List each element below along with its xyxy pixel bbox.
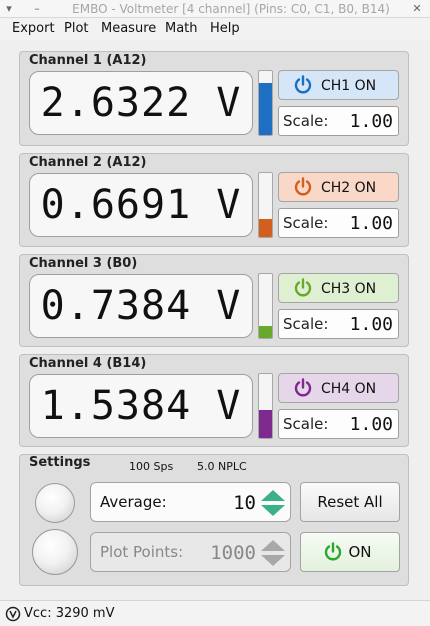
menu-math[interactable]: Math — [165, 21, 198, 37]
channel-3-level-fill — [259, 325, 272, 338]
channel-4-level-fill — [259, 409, 272, 438]
channel-3-group: Channel 3 (B0) 0.7384 V CH3 ON Scale: 1.… — [19, 254, 409, 347]
settings-group: Settings 100 Sps 5.0 NPLC Average: 10 Pl… — [19, 454, 409, 586]
channel-3-reading: 0.7384 V — [29, 274, 253, 338]
menu-help[interactable]: Help — [210, 21, 240, 37]
power-icon — [294, 177, 312, 196]
nplc-label: 5.0 NPLC — [197, 460, 247, 473]
channel-3-on-button[interactable]: CH3 ON — [278, 273, 399, 303]
channel-4-title: Channel 4 (B14) — [29, 356, 147, 371]
scale-label: Scale: — [283, 214, 329, 232]
voltage-icon — [5, 606, 21, 622]
average-label: Average: — [100, 493, 167, 511]
channel-3-scale-field[interactable]: Scale: 1.00 — [278, 309, 399, 339]
channel-1-level-bar — [258, 70, 273, 136]
spin-arrows-icon[interactable] — [260, 538, 286, 568]
settings-on-label: ON — [348, 543, 372, 561]
power-icon — [294, 75, 312, 94]
plot-points-spinbox[interactable]: Plot Points: 1000 — [90, 532, 291, 572]
channel-2-on-button[interactable]: CH2 ON — [278, 172, 399, 202]
channel-1-reading: 2.6322 V — [29, 71, 253, 135]
channel-2-scale-field[interactable]: Scale: 1.00 — [278, 208, 399, 238]
channel-2-level-fill — [259, 219, 272, 237]
power-icon — [294, 278, 312, 297]
vcc-readout: Vcc: 3290 mV — [24, 606, 115, 621]
window-menu-icon[interactable]: ▾ — [2, 2, 16, 16]
channel-2-level-bar — [258, 172, 273, 238]
channel-1-title: Channel 1 (A12) — [29, 53, 147, 68]
channel-1-group: Channel 1 (A12) 2.6322 V CH1 ON Scale: 1… — [19, 51, 409, 146]
menu-bar: Export Plot Measure Math Help — [0, 18, 430, 40]
menu-plot[interactable]: Plot — [64, 21, 89, 37]
channel-4-reading: 1.5384 V — [29, 374, 253, 438]
settings-title: Settings — [29, 455, 91, 470]
channel-2-title: Channel 2 (A12) — [29, 155, 147, 170]
channel-4-group: Channel 4 (B14) 1.5384 V CH4 ON Scale: 1… — [19, 354, 409, 447]
channel-3-title: Channel 3 (B0) — [29, 256, 138, 271]
menu-measure[interactable]: Measure — [101, 21, 156, 37]
settings-on-button[interactable]: ON — [300, 532, 400, 572]
window-title: EMBO - Voltmeter [4 channel] (Pins: C0, … — [72, 2, 390, 16]
channel-3-scale-value: 1.00 — [349, 314, 393, 335]
plot-points-label: Plot Points: — [100, 543, 184, 561]
minimize-icon[interactable]: – — [30, 2, 44, 16]
channel-1-scale-value: 1.00 — [349, 111, 393, 132]
channel-1-level-fill — [259, 82, 272, 135]
scale-label: Scale: — [283, 415, 329, 433]
channel-4-scale-value: 1.00 — [349, 414, 393, 435]
channel-4-scale-field[interactable]: Scale: 1.00 — [278, 409, 399, 439]
reset-all-button[interactable]: Reset All — [300, 482, 400, 522]
reset-all-label: Reset All — [317, 493, 383, 511]
channel-2-on-label: CH2 ON — [321, 180, 377, 196]
average-spinbox[interactable]: Average: 10 — [90, 482, 291, 522]
spin-arrows-icon[interactable] — [260, 488, 286, 518]
close-icon[interactable]: ✕ — [410, 2, 424, 16]
channel-3-on-label: CH3 ON — [321, 281, 377, 297]
channel-1-on-button[interactable]: CH1 ON — [278, 70, 399, 100]
channel-2-scale-value: 1.00 — [349, 213, 393, 234]
channel-4-level-bar — [258, 373, 273, 439]
channel-1-on-label: CH1 ON — [321, 78, 377, 94]
channel-4-on-label: CH4 ON — [321, 381, 377, 397]
title-bar: ▾ – EMBO - Voltmeter [4 channel] (Pins: … — [0, 0, 430, 18]
channel-2-reading: 0.6691 V — [29, 173, 253, 237]
menu-export[interactable]: Export — [12, 21, 55, 37]
average-dial[interactable] — [35, 483, 75, 523]
sample-rate-label: 100 Sps — [129, 460, 174, 473]
plot-points-value: 1000 — [210, 542, 256, 564]
plot-points-dial[interactable] — [32, 529, 78, 575]
channel-1-scale-field[interactable]: Scale: 1.00 — [278, 106, 399, 136]
scale-label: Scale: — [283, 112, 329, 130]
power-icon — [294, 378, 312, 397]
channel-4-on-button[interactable]: CH4 ON — [278, 373, 399, 403]
channel-2-group: Channel 2 (A12) 0.6691 V CH2 ON Scale: 1… — [19, 153, 409, 247]
status-bar: Vcc: 3290 mV — [0, 600, 430, 626]
average-value: 10 — [233, 492, 256, 514]
channel-3-level-bar — [258, 273, 273, 339]
scale-label: Scale: — [283, 315, 329, 333]
